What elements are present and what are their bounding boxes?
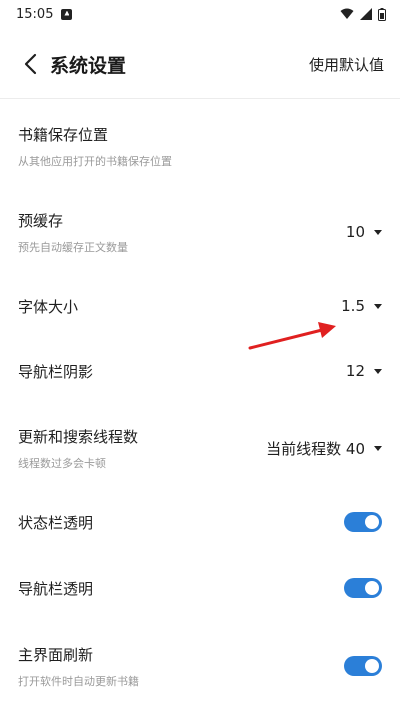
statusbar-transparent-toggle[interactable]: [344, 512, 382, 532]
setting-text: 状态栏透明: [18, 512, 93, 533]
setting-row-navbar-transparent[interactable]: 导航栏透明: [0, 572, 400, 604]
setting-row-home-refresh[interactable]: 主界面刷新 打开软件时自动更新书籍: [0, 638, 400, 694]
status-right: [340, 7, 386, 21]
setting-title: 字体大小: [18, 297, 79, 316]
toggle-knob: [365, 659, 379, 673]
navbar-shadow-dropdown[interactable]: 12: [346, 362, 382, 380]
setting-subtitle: 打开软件时自动更新书籍: [18, 674, 139, 688]
setting-row-thread-count[interactable]: 更新和搜索线程数 线程数过多会卡顿 当前线程数 40: [0, 420, 400, 476]
setting-subtitle: 线程数过多会卡顿: [18, 456, 106, 470]
setting-text: 主界面刷新 打开软件时自动更新书籍: [18, 644, 139, 689]
setting-row-statusbar-transparent[interactable]: 状态栏透明: [0, 506, 400, 538]
dropdown-caret-icon: [374, 229, 382, 235]
dropdown-caret-icon: [374, 445, 382, 451]
wifi-icon: [340, 8, 354, 19]
setting-text: 更新和搜索线程数 线程数过多会卡顿: [18, 426, 138, 471]
toggle-knob: [365, 515, 379, 529]
page-title: 系统设置: [50, 54, 127, 77]
setting-subtitle: 从其他应用打开的书籍保存位置: [18, 154, 172, 168]
status-time: 15:05: [16, 6, 54, 22]
setting-title: 导航栏透明: [18, 579, 94, 598]
dropdown-value: 10: [345, 223, 365, 241]
use-defaults-button[interactable]: 使用默认值: [309, 54, 384, 75]
battery-icon: [378, 7, 386, 21]
setting-title: 书籍保存位置: [18, 125, 109, 144]
setting-text: 书籍保存位置 从其他应用打开的书籍保存位置: [18, 124, 172, 169]
setting-subtitle: 预先自动缓存正文数量: [18, 240, 128, 254]
setting-title: 导航栏阴影: [18, 362, 94, 381]
header-divider: [0, 98, 400, 99]
setting-title: 预缓存: [18, 211, 64, 230]
setting-row-font-size[interactable]: 字体大小 1.5: [0, 290, 400, 322]
setting-text: 字体大小: [18, 296, 78, 317]
thread-count-dropdown[interactable]: 当前线程数 40: [266, 438, 382, 459]
dropdown-value: 当前线程数 40: [266, 439, 365, 458]
status-left: 15:05: [16, 6, 73, 22]
setting-text: 预缓存 预先自动缓存正文数量: [18, 210, 128, 255]
dropdown-caret-icon: [374, 303, 382, 309]
setting-title: 主界面刷新: [18, 645, 94, 664]
dropdown-caret-icon: [374, 368, 382, 374]
notification-icon: [61, 8, 73, 20]
header: 系统设置 使用默认值: [0, 36, 400, 92]
toggle-knob: [365, 581, 379, 595]
setting-row-book-save-location[interactable]: 书籍保存位置 从其他应用打开的书籍保存位置: [0, 118, 400, 174]
home-refresh-toggle[interactable]: [344, 656, 382, 676]
back-arrow-icon[interactable]: [16, 50, 44, 78]
setting-row-precache[interactable]: 预缓存 预先自动缓存正文数量 10: [0, 204, 400, 260]
precache-dropdown[interactable]: 10: [346, 223, 382, 241]
setting-row-navbar-shadow[interactable]: 导航栏阴影 12: [0, 355, 400, 387]
setting-title: 状态栏透明: [18, 513, 94, 532]
setting-title: 更新和搜索线程数: [18, 427, 139, 446]
setting-text: 导航栏阴影: [18, 361, 93, 382]
dropdown-value: 12: [345, 362, 365, 380]
font-size-dropdown[interactable]: 1.5: [341, 297, 382, 315]
status-bar: 15:05: [0, 0, 400, 28]
setting-text: 导航栏透明: [18, 578, 93, 599]
dropdown-value: 1.5: [341, 297, 365, 315]
signal-icon: [360, 8, 372, 20]
navbar-transparent-toggle[interactable]: [344, 578, 382, 598]
